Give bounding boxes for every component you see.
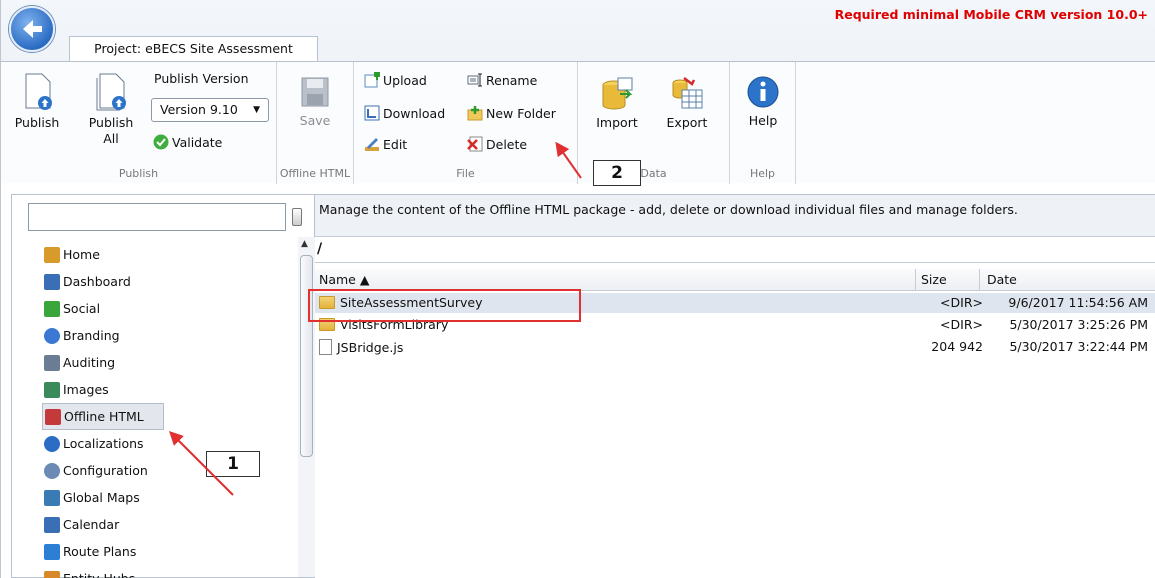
app-window: Project: eBECS Site Assessment Required … (0, 0, 1155, 578)
arrow-2 (555, 141, 582, 179)
arrow-1 (169, 431, 234, 496)
annotation-arrows (169, 141, 582, 496)
